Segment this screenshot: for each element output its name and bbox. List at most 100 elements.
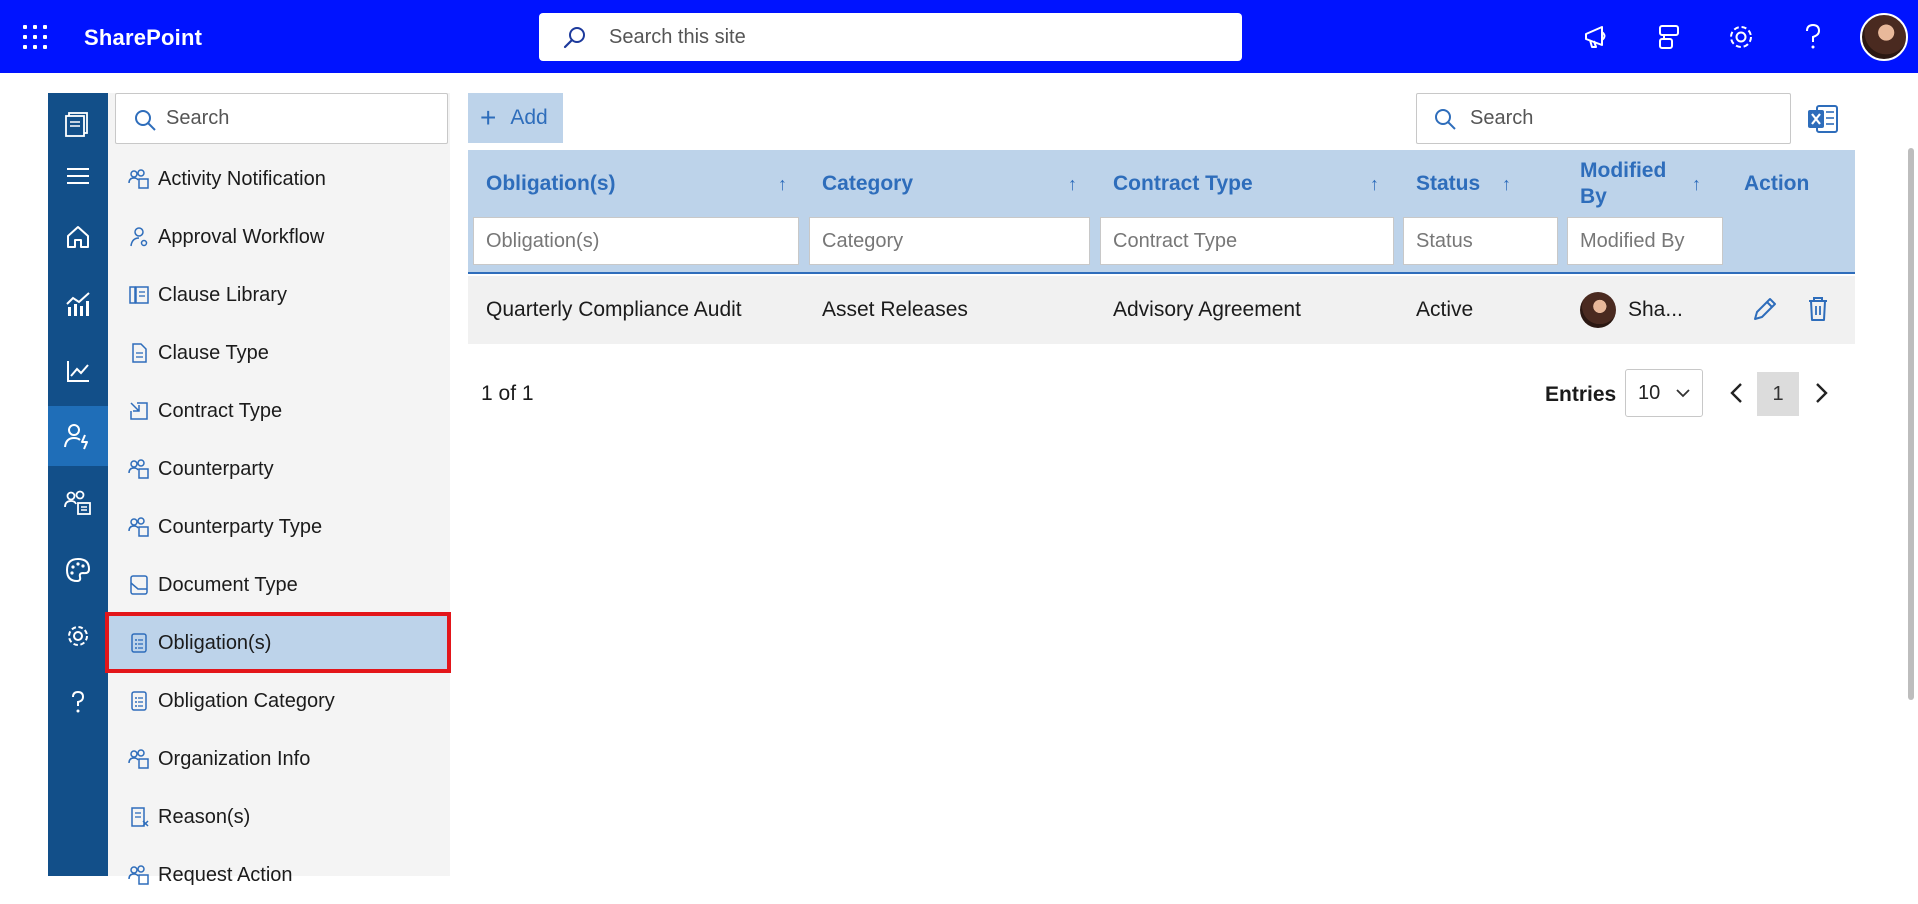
column-header-label: Action	[1744, 172, 1810, 195]
table-header: Obligation(s) ↑ Category ↑ Contract Type…	[468, 150, 1855, 274]
sidebar-item-label: Document Type	[158, 573, 298, 596]
filter-modified-by-input[interactable]	[1567, 217, 1723, 265]
column-header-label: Category	[822, 172, 914, 195]
left-rail	[48, 93, 108, 876]
column-header-action: Action	[1744, 150, 1844, 218]
sort-arrow-icon[interactable]: ↑	[778, 174, 787, 195]
sidebar-item-request-action[interactable]: Request Action	[108, 846, 450, 904]
sidebar-search-box[interactable]	[115, 93, 448, 144]
sort-arrow-icon[interactable]: ↑	[1370, 174, 1379, 195]
settings-icon[interactable]	[48, 606, 108, 666]
site-search-box[interactable]	[539, 13, 1242, 61]
column-header-modified-by[interactable]: Modified By ↑	[1580, 150, 1730, 218]
sidebar-item-counterparty-type[interactable]: Counterparty Type	[108, 498, 450, 556]
search-icon	[1435, 109, 1456, 130]
megaphone-icon[interactable]	[1580, 20, 1614, 54]
people-icon	[128, 516, 150, 538]
cell-obligation: Quarterly Compliance Audit	[486, 298, 742, 321]
document-corner-icon	[128, 574, 150, 596]
sidebar-item-organization-info[interactable]: Organization Info	[108, 730, 450, 788]
chevron-left-icon[interactable]	[1722, 376, 1752, 410]
entries-label: Entries	[1545, 383, 1617, 406]
chevron-right-icon[interactable]	[1806, 376, 1836, 410]
sidebar-item-clause-library[interactable]: Clause Library	[108, 266, 450, 324]
document-icon	[128, 342, 150, 364]
app-title[interactable]: SharePoint	[84, 25, 202, 51]
column-header-label: Modified By	[1580, 159, 1667, 208]
sidebar-item-label: Activity Notification	[158, 167, 326, 190]
library-icon	[128, 284, 150, 306]
column-header-contract-type[interactable]: Contract Type ↑	[1113, 150, 1393, 218]
user-settings-icon[interactable]	[48, 406, 108, 466]
sidebar-item-contract-type[interactable]: Contract Type	[108, 382, 450, 440]
scrollbar[interactable]	[1908, 148, 1914, 700]
sidebar-item-label: Obligation Category	[158, 689, 335, 712]
entries-value: 10	[1638, 381, 1661, 404]
people-flow-icon	[128, 226, 150, 248]
dashboard-icon[interactable]	[48, 274, 108, 334]
grid-search-input[interactable]	[1470, 94, 1780, 143]
sidebar-item-label: Clause Type	[158, 341, 269, 364]
sidebar-item-label: Approval Workflow	[158, 225, 325, 248]
sidebar-item-document-type[interactable]: Document Type	[108, 556, 450, 614]
user-avatar[interactable]	[1860, 13, 1908, 61]
grid-search-box[interactable]	[1416, 93, 1791, 144]
sidebar-item-label: Request Action	[158, 863, 293, 886]
sidebar-item-obligation-s[interactable]: Obligation(s)	[108, 614, 450, 672]
analytics-icon[interactable]	[48, 341, 108, 401]
help-icon[interactable]	[48, 672, 108, 732]
column-header-obligations[interactable]: Obligation(s) ↑	[486, 150, 787, 218]
site-search-input[interactable]	[609, 13, 1229, 61]
people-icon	[128, 168, 150, 190]
avatar	[1580, 292, 1616, 328]
delete-icon[interactable]	[1802, 293, 1834, 325]
excel-export-icon[interactable]	[1806, 102, 1840, 136]
column-header-category[interactable]: Category ↑	[822, 150, 1082, 218]
edit-icon[interactable]	[1749, 293, 1781, 325]
sort-arrow-icon[interactable]: ↑	[1502, 174, 1511, 195]
table-row[interactable]: Quarterly Compliance Audit Asset Release…	[468, 276, 1855, 344]
arrow-in-icon	[128, 400, 150, 422]
sidebar-item-approval-workflow[interactable]: Approval Workflow	[108, 208, 450, 266]
modified-by-name: Sha...	[1628, 298, 1683, 321]
palette-icon[interactable]	[48, 540, 108, 600]
people-icon	[128, 458, 150, 480]
sidebar-item-label: Clause Library	[158, 283, 287, 306]
sidebar-item-activity-notification[interactable]: Activity Notification	[108, 150, 450, 208]
sort-arrow-icon[interactable]: ↑	[1692, 174, 1701, 195]
filter-contract-type-input[interactable]	[1100, 217, 1394, 265]
sidebar-item-label: Obligation(s)	[158, 631, 272, 654]
sidebar-item-clause-type[interactable]: Clause Type	[108, 324, 450, 382]
entries-dropdown[interactable]: 10	[1625, 369, 1703, 417]
search-icon	[135, 110, 156, 131]
sidebar-item-obligation-category[interactable]: Obligation Category	[108, 672, 450, 730]
sidebar-search-input[interactable]	[166, 94, 436, 143]
column-header-status[interactable]: Status ↑	[1416, 150, 1576, 218]
column-header-label: Contract Type	[1113, 172, 1253, 195]
library-icon[interactable]	[48, 93, 108, 153]
filter-category-input[interactable]	[809, 217, 1090, 265]
groups-icon[interactable]	[48, 473, 108, 533]
feedback-icon[interactable]	[1652, 20, 1686, 54]
add-button[interactable]: + Add	[468, 93, 563, 143]
cell-modified-by: Sha...	[1580, 276, 1683, 344]
sidebar-item-counterparty[interactable]: Counterparty	[108, 440, 450, 498]
chevron-down-icon	[1676, 389, 1690, 398]
cell-category: Asset Releases	[822, 298, 968, 321]
doc-x-icon	[128, 806, 150, 828]
home-icon[interactable]	[48, 207, 108, 267]
page-number-button[interactable]: 1	[1757, 372, 1799, 416]
menu-icon[interactable]	[48, 146, 108, 206]
top-bar: SharePoint	[0, 0, 1918, 73]
help-icon[interactable]	[1796, 20, 1830, 54]
filter-status-input[interactable]	[1403, 217, 1558, 265]
sidebar-item-label: Counterparty Type	[158, 515, 323, 538]
sidebar-item-reason-s[interactable]: Reason(s)	[108, 788, 450, 846]
settings-icon[interactable]	[1724, 20, 1758, 54]
sidebar-item-label: Reason(s)	[158, 805, 251, 828]
sort-arrow-icon[interactable]: ↑	[1068, 174, 1077, 195]
sidebar-item-label: Contract Type	[158, 399, 283, 422]
filter-obligations-input[interactable]	[473, 217, 799, 265]
sidebar-item-label: Counterparty	[158, 457, 274, 480]
app-launcher-icon[interactable]	[22, 24, 48, 50]
